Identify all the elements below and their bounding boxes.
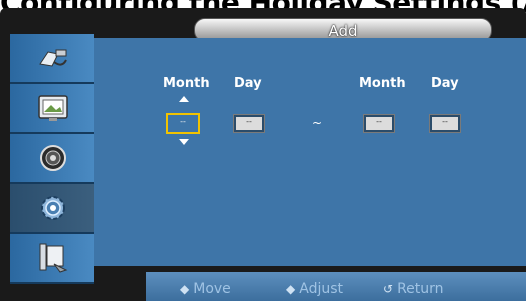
adjust-arrows-icon: ◆ (286, 282, 296, 296)
end-month-field[interactable]: -- (363, 114, 395, 133)
return-hint[interactable]: ↺ Return (383, 281, 444, 297)
sidebar-item-sound[interactable] (10, 134, 94, 184)
start-day-value: -- (246, 117, 252, 126)
start-month-label: Month (163, 76, 210, 91)
content-panel: Month Day Month Day -- -- ~ -- -- (94, 38, 526, 266)
bottom-left-corner (94, 266, 146, 301)
return-icon: ↺ (383, 282, 394, 296)
sidebar-item-multi-control[interactable] (10, 234, 94, 284)
arrow-up-icon[interactable] (179, 96, 189, 102)
end-day-field[interactable]: -- (429, 114, 461, 133)
sidebar-menu (10, 34, 94, 284)
sidebar-item-setup[interactable] (10, 184, 94, 234)
sound-icon (40, 145, 66, 171)
multi-control-icon (39, 243, 68, 273)
start-day-label: Day (234, 76, 262, 91)
move-arrows-icon: ◆ (180, 282, 190, 296)
sidebar-item-picture[interactable] (10, 84, 94, 134)
end-month-value: -- (376, 117, 382, 126)
input-source-icon (39, 49, 67, 67)
start-month-value: -- (180, 117, 186, 126)
return-label: Return (397, 281, 444, 297)
footer-hint-bar: ◆ Move ◆ Adjust ↺ Return (146, 272, 526, 301)
end-day-label: Day (431, 76, 459, 91)
move-label: Move (193, 281, 231, 297)
arrow-down-icon[interactable] (179, 139, 189, 145)
start-day-field[interactable]: -- (233, 114, 265, 133)
end-day-value: -- (442, 117, 448, 126)
adjust-label: Adjust (299, 281, 343, 297)
adjust-hint: ◆ Adjust (286, 281, 343, 297)
picture-icon (38, 95, 68, 121)
setup-gear-icon (41, 196, 65, 220)
start-month-field[interactable]: -- (166, 113, 200, 134)
move-hint: ◆ Move (180, 281, 231, 297)
range-separator: ~ (312, 116, 323, 130)
sidebar-item-input[interactable] (10, 34, 94, 84)
end-month-label: Month (359, 76, 406, 91)
